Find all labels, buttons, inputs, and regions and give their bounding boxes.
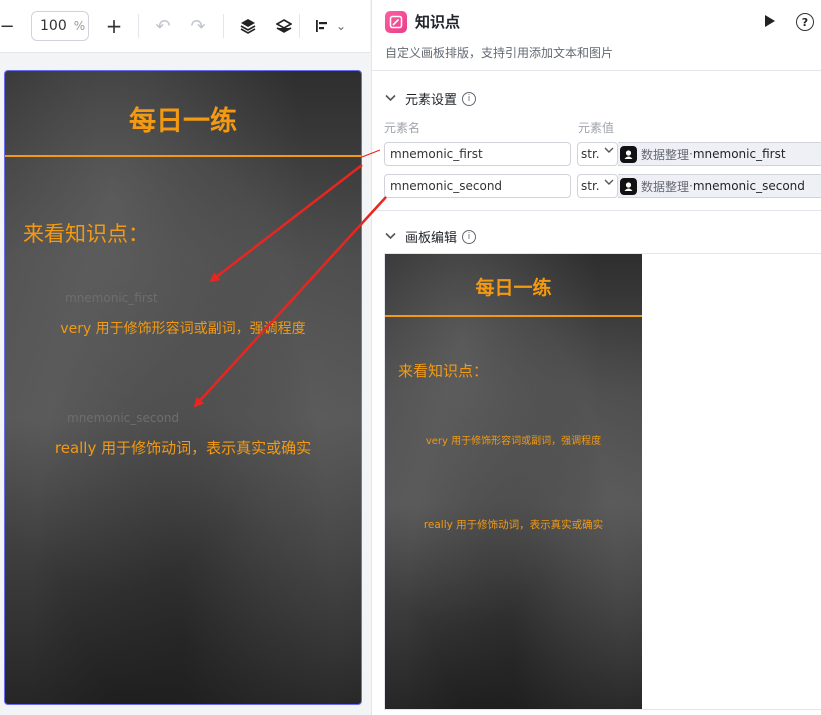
help-icon[interactable]: ?: [796, 13, 814, 31]
type-select[interactable]: str.: [577, 174, 618, 198]
zoom-input[interactable]: 100 %: [31, 11, 89, 41]
reference-source: 数据整理: [641, 147, 690, 162]
zoom-out-icon[interactable]: −: [0, 12, 15, 40]
chevron-down-icon: [385, 230, 399, 243]
align-dropdown-icon[interactable]: ⌄: [335, 12, 347, 40]
artboard-subtitle[interactable]: 来看知识点：: [23, 218, 149, 248]
bring-forward-icon[interactable]: [238, 12, 258, 40]
section-title-label: 画板编辑: [405, 231, 458, 246]
chevron-down-icon: [604, 178, 614, 189]
panel-header: 知识点 ?: [372, 0, 821, 42]
text-first[interactable]: very 用于修饰形容词或副词，强调程度: [5, 318, 361, 338]
preview-text-first: very 用于修饰形容词或副词，强调程度: [425, 436, 602, 447]
canvas-preview[interactable]: 每日一练 来看知识点： very 用于修饰形容词或副词，强调程度 really …: [385, 254, 642, 709]
type-select-value: str.: [581, 147, 600, 161]
artboard-divider-line[interactable]: [5, 155, 361, 157]
section-title-label: 元素设置: [405, 93, 458, 108]
canvas-toolbar: − 100 % + ↶ ↷ ⌄: [0, 0, 370, 53]
canvas-preview-frame[interactable]: 每日一练 来看知识点： very 用于修饰形容词或副词，强调程度 really …: [384, 253, 821, 710]
type-select-value: str.: [581, 179, 600, 193]
redo-icon[interactable]: ↷: [188, 12, 208, 40]
element-name-input[interactable]: mnemonic_second: [384, 174, 571, 198]
knowledge-node-icon: [385, 11, 407, 33]
preview-title: 每日一练: [475, 277, 552, 299]
toolbar-divider: [223, 14, 224, 38]
toolbar-divider: [138, 14, 139, 38]
panel-description: 自定义画板排版，支持引用添加文本和图片: [385, 46, 614, 60]
send-backward-icon[interactable]: [274, 12, 294, 40]
reference-variable: mnemonic_second: [692, 179, 805, 193]
artboard-title[interactable]: 每日一练: [5, 99, 361, 138]
info-icon[interactable]: i: [462, 229, 477, 244]
section-element-settings[interactable]: 元素设置 i: [385, 89, 477, 108]
reference-source: 数据整理: [641, 179, 690, 194]
chevron-down-icon: [385, 92, 399, 105]
zoom-in-icon[interactable]: +: [104, 12, 124, 40]
section-divider: [372, 210, 821, 211]
text-second[interactable]: really 用于修饰动词，表示真实或确实: [5, 437, 361, 458]
info-icon[interactable]: i: [462, 91, 477, 106]
type-select[interactable]: str.: [577, 142, 618, 166]
play-icon[interactable]: [762, 12, 778, 30]
value-reference[interactable]: 数据整理 · mnemonic_second: [618, 174, 821, 198]
chevron-down-icon: [604, 146, 614, 157]
zoom-unit: %: [73, 19, 86, 33]
toolbar-divider: [299, 14, 300, 38]
preview-subtitle: 来看知识点：: [398, 362, 489, 380]
align-left-icon[interactable]: [312, 12, 332, 40]
data-node-icon: [620, 145, 637, 163]
reference-variable: mnemonic_first: [692, 147, 786, 161]
preview-divider-line: [385, 315, 642, 317]
panel-title: 知识点: [415, 13, 461, 31]
undo-icon[interactable]: ↶: [153, 12, 173, 40]
element-name-input[interactable]: mnemonic_first: [384, 142, 571, 166]
right-panel: 知识点 ? 自定义画板排版，支持引用添加文本和图片 元素设置 i 元素名 元素值…: [371, 0, 821, 715]
canvas-area: 每日一练 来看知识点： mnemonic_first very 用于修饰形容词或…: [0, 53, 370, 715]
section-canvas-edit[interactable]: 画板编辑 i: [385, 227, 477, 246]
data-node-icon: [620, 177, 637, 195]
zoom-value: 100: [40, 18, 67, 34]
column-header-name: 元素名: [384, 121, 421, 135]
placeholder-second: mnemonic_second: [67, 411, 180, 425]
preview-text-second: really 用于修饰动词，表示真实或确实: [423, 519, 604, 531]
column-header-value: 元素值: [578, 121, 615, 135]
header-divider: [372, 70, 821, 71]
artboard[interactable]: 每日一练 来看知识点： mnemonic_first very 用于修饰形容词或…: [4, 70, 362, 705]
placeholder-first: mnemonic_first: [65, 291, 158, 305]
value-reference[interactable]: 数据整理 · mnemonic_first: [618, 142, 821, 166]
